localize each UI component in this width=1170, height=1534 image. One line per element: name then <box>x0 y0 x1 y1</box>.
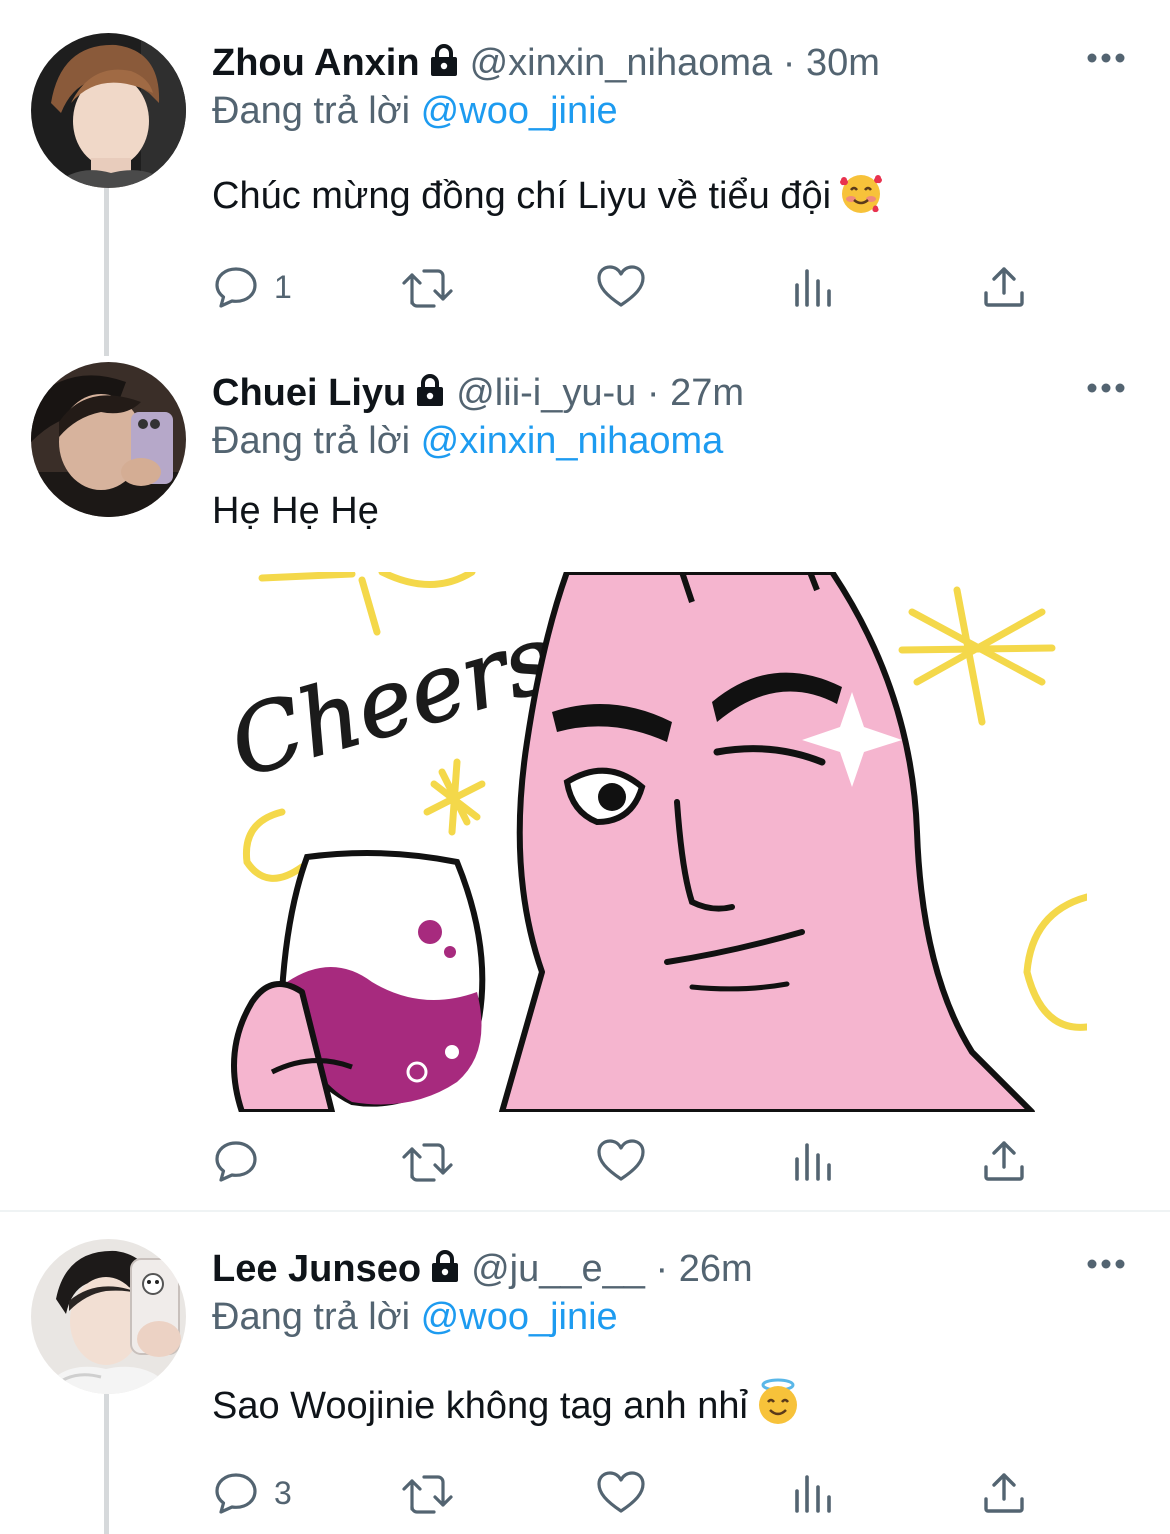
lock-icon <box>426 42 462 89</box>
thread-line <box>104 1394 109 1534</box>
tweet-2[interactable]: Chuei Liyu @lii-i_yu-u · 27m Đang trả lời… <box>0 340 1170 1210</box>
reply-icon <box>212 263 260 311</box>
share-button[interactable] <box>980 1468 1028 1518</box>
tweet-text-content: Hẹ Hẹ Hẹ <box>212 490 379 532</box>
avatar[interactable] <box>31 33 186 188</box>
views-button[interactable] <box>792 262 834 312</box>
tweet-media-sticker[interactable]: Cheers <box>212 572 1087 1112</box>
tweet-actions: 1 <box>212 262 1072 312</box>
more-icon[interactable] <box>1086 380 1126 396</box>
share-button[interactable] <box>980 262 1028 312</box>
like-icon <box>596 1469 646 1517</box>
mention-link[interactable]: @woo_jinie <box>421 1296 618 1338</box>
smiling-face-with-hearts-icon <box>839 172 883 227</box>
tweet-text: Sao Woojinie không tag anh nhỉ <box>212 1378 800 1437</box>
replying-to-label: Đang trả lời <box>212 420 411 462</box>
tweet-text-content: Sao Woojinie không tag anh nhỉ <box>212 1385 748 1427</box>
user-handle[interactable]: @ju__e__ <box>471 1248 645 1290</box>
timestamp[interactable]: 26m <box>679 1248 753 1290</box>
reply-icon <box>212 1137 260 1185</box>
tweet-header: Chuei Liyu @lii-i_yu-u · 27m <box>212 370 744 419</box>
thread-line <box>104 186 109 356</box>
like-button[interactable] <box>596 262 646 312</box>
share-icon <box>980 263 1028 311</box>
views-button[interactable] <box>792 1136 834 1186</box>
more-icon[interactable] <box>1086 50 1126 66</box>
retweet-button[interactable] <box>400 1468 458 1518</box>
more-icon[interactable] <box>1086 1256 1126 1272</box>
tweet-actions: 3 <box>212 1468 1072 1518</box>
retweet-icon <box>400 1137 458 1185</box>
timestamp[interactable]: 27m <box>670 372 744 414</box>
separator-dot: · <box>655 1248 669 1290</box>
reply-button[interactable]: 1 <box>212 262 292 312</box>
separator-dot: · <box>646 372 660 414</box>
lock-icon <box>412 372 448 419</box>
replying-to-label: Đang trả lời <box>212 90 411 132</box>
smiling-face-with-halo-icon <box>756 1378 800 1437</box>
display-name[interactable]: Zhou Anxin <box>212 42 420 84</box>
tweet-actions <box>212 1136 1072 1186</box>
like-icon <box>596 263 646 311</box>
retweet-icon <box>400 263 458 311</box>
display-name[interactable]: Chuei Liyu <box>212 372 406 414</box>
reply-count: 3 <box>274 1474 292 1511</box>
timestamp[interactable]: 30m <box>806 42 880 84</box>
views-icon <box>792 1469 834 1517</box>
reply-button[interactable] <box>212 1136 274 1186</box>
share-icon <box>980 1469 1028 1517</box>
like-button[interactable] <box>596 1468 646 1518</box>
retweet-icon <box>400 1469 458 1517</box>
retweet-button[interactable] <box>400 1136 458 1186</box>
share-button[interactable] <box>980 1136 1028 1186</box>
mention-link[interactable]: @woo_jinie <box>421 90 618 132</box>
share-icon <box>980 1137 1028 1185</box>
tweet-text-content: Chúc mừng đồng chí Liyu về tiểu đội <box>212 175 832 217</box>
separator-dot: · <box>782 42 796 84</box>
like-button[interactable] <box>596 1136 646 1186</box>
retweet-button[interactable] <box>400 262 458 312</box>
display-name[interactable]: Lee Junseo <box>212 1248 421 1290</box>
replying-to: Đang trả lời @woo_jinie <box>212 88 618 134</box>
avatar[interactable] <box>31 362 186 517</box>
sticker-caption: Cheers <box>219 604 565 798</box>
reply-count: 1 <box>274 268 292 305</box>
like-icon <box>596 1137 646 1185</box>
views-button[interactable] <box>792 1468 834 1518</box>
replying-to-label: Đang trả lời <box>212 1296 411 1338</box>
reply-button[interactable]: 3 <box>212 1468 292 1518</box>
tweet-header: Zhou Anxin @xinxin_nihaoma · 30m <box>212 40 880 89</box>
reply-icon <box>212 1469 260 1517</box>
tweet-header: Lee Junseo @ju__e__ · 26m <box>212 1246 753 1295</box>
tweet-text: Chúc mừng đồng chí Liyu về tiểu đội <box>212 172 883 227</box>
replying-to: Đang trả lời @woo_jinie <box>212 1294 618 1340</box>
lock-icon <box>427 1248 463 1295</box>
mention-link[interactable]: @xinxin_nihaoma <box>421 420 724 462</box>
tweet-1[interactable]: Zhou Anxin @xinxin_nihaoma · 30m Đang trả… <box>0 0 1170 356</box>
views-icon <box>792 1137 834 1185</box>
replying-to: Đang trả lời @xinxin_nihaoma <box>212 418 723 464</box>
avatar[interactable] <box>31 1239 186 1394</box>
user-handle[interactable]: @xinxin_nihaoma <box>470 42 773 84</box>
user-handle[interactable]: @lii-i_yu-u <box>456 372 636 414</box>
tweet-text: Hẹ Hẹ Hẹ <box>212 488 379 534</box>
tweet-3[interactable]: Lee Junseo @ju__e__ · 26m Đang trả lời @w… <box>0 1212 1170 1534</box>
views-icon <box>792 263 834 311</box>
